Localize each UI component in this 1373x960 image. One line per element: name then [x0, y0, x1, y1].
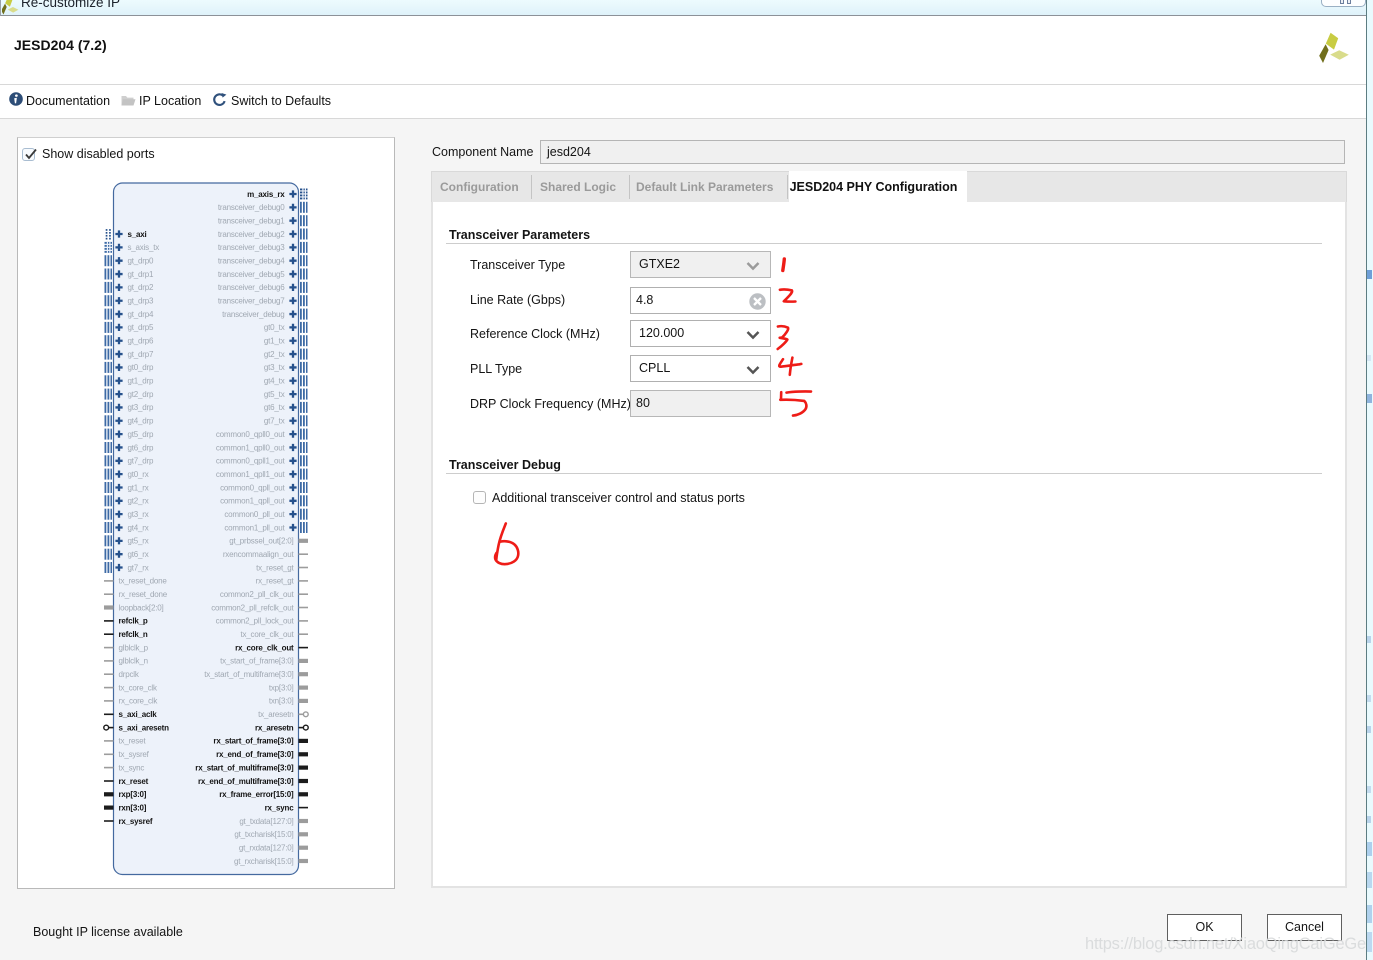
svg-text:refclk_n: refclk_n — [119, 630, 148, 639]
svg-text:transceiver_debug: transceiver_debug — [222, 310, 284, 319]
svg-text:transceiver_debug7: transceiver_debug7 — [218, 297, 285, 306]
svg-text:gt0_tx: gt0_tx — [264, 323, 285, 332]
svg-text:rxn[3:0]: rxn[3:0] — [119, 803, 147, 812]
svg-text:transceiver_debug6: transceiver_debug6 — [218, 283, 285, 292]
svg-text:rx_start_of_frame[3:0]: rx_start_of_frame[3:0] — [213, 737, 294, 746]
svg-text:tx_sync: tx_sync — [119, 763, 145, 772]
svg-text:common2_pll_refclk_out: common2_pll_refclk_out — [211, 603, 294, 612]
svg-text:gt_drp6: gt_drp6 — [128, 337, 154, 346]
svg-text:common1_qpll0_out: common1_qpll0_out — [216, 443, 286, 452]
svg-text:transceiver_debug4: transceiver_debug4 — [218, 257, 285, 266]
svg-text:transceiver_debug5: transceiver_debug5 — [218, 270, 285, 279]
svg-text:tx_start_of_frame[3:0]: tx_start_of_frame[3:0] — [220, 657, 293, 666]
svg-text:s_axi: s_axi — [128, 230, 147, 239]
svg-text:gt6_tx: gt6_tx — [264, 403, 285, 412]
svg-text:gt7_drp: gt7_drp — [128, 457, 154, 466]
svg-text:common2_pll_lock_out: common2_pll_lock_out — [216, 617, 295, 626]
svg-text:rx_reset_gt: rx_reset_gt — [256, 577, 295, 586]
svg-text:refclk_p: refclk_p — [119, 617, 148, 626]
svg-text:gt2_rx: gt2_rx — [128, 497, 149, 506]
svg-text:rx_aresetn: rx_aresetn — [255, 723, 294, 732]
svg-text:gt_drp0: gt_drp0 — [128, 257, 154, 266]
svg-text:tx_core_clk: tx_core_clk — [119, 683, 158, 692]
svg-text:glblclk_p: glblclk_p — [119, 643, 149, 652]
svg-text:gt4_drp: gt4_drp — [128, 417, 154, 426]
svg-text:gt_drp7: gt_drp7 — [128, 350, 154, 359]
svg-text:gt5_drp: gt5_drp — [128, 430, 154, 439]
svg-text:gt1_drp: gt1_drp — [128, 377, 154, 386]
svg-text:gt7_rx: gt7_rx — [128, 563, 149, 572]
svg-text:gt_drp5: gt_drp5 — [128, 323, 154, 332]
svg-text:gt_prbssel_out[2:0]: gt_prbssel_out[2:0] — [229, 537, 293, 546]
svg-text:common0_qpll_out: common0_qpll_out — [220, 483, 285, 492]
svg-text:gt6_drp: gt6_drp — [128, 443, 154, 452]
svg-text:transceiver_debug1: transceiver_debug1 — [218, 217, 285, 226]
svg-text:rx_reset: rx_reset — [119, 777, 149, 786]
svg-text:gt6_rx: gt6_rx — [128, 550, 149, 559]
svg-text:gt1_rx: gt1_rx — [128, 483, 149, 492]
svg-text:gt_rxcharisk[15:0]: gt_rxcharisk[15:0] — [234, 857, 294, 866]
svg-text:tx_start_of_multiframe[3:0]: tx_start_of_multiframe[3:0] — [204, 670, 293, 679]
svg-text:gt_drp2: gt_drp2 — [128, 283, 154, 292]
svg-text:gt2_drp: gt2_drp — [128, 390, 154, 399]
svg-text:gt_drp1: gt_drp1 — [128, 270, 154, 279]
svg-text:gt_txdata[127:0]: gt_txdata[127:0] — [239, 817, 293, 826]
svg-text:transceiver_debug3: transceiver_debug3 — [218, 243, 285, 252]
svg-text:glblclk_n: glblclk_n — [119, 657, 148, 666]
svg-text:gt_drp3: gt_drp3 — [128, 297, 154, 306]
svg-text:tx_reset_gt: tx_reset_gt — [256, 563, 294, 572]
svg-text:tx_core_clk_out: tx_core_clk_out — [240, 630, 294, 639]
svg-text:rx_core_clk_out: rx_core_clk_out — [235, 643, 294, 652]
svg-text:rx_sync: rx_sync — [265, 803, 295, 812]
svg-text:gt7_tx: gt7_tx — [264, 417, 285, 426]
svg-text:gt_txcharisk[15:0]: gt_txcharisk[15:0] — [234, 830, 293, 839]
svg-text:s_axi_aclk: s_axi_aclk — [119, 710, 158, 719]
svg-text:gt0_drp: gt0_drp — [128, 363, 154, 372]
svg-text:rx_frame_error[15:0]: rx_frame_error[15:0] — [219, 790, 294, 799]
svg-text:gt0_rx: gt0_rx — [128, 470, 149, 479]
svg-text:gt4_tx: gt4_tx — [264, 377, 285, 386]
svg-text:rx_core_clk: rx_core_clk — [119, 697, 159, 706]
svg-text:tx_reset: tx_reset — [119, 737, 147, 746]
svg-text:tx_reset_done: tx_reset_done — [119, 577, 168, 586]
svg-text:common0_qpll1_out: common0_qpll1_out — [216, 457, 286, 466]
svg-text:gt5_rx: gt5_rx — [128, 537, 149, 546]
svg-text:drpclk: drpclk — [119, 670, 140, 679]
svg-text:common1_pll_out: common1_pll_out — [224, 523, 285, 532]
svg-text:loopback[2:0]: loopback[2:0] — [119, 603, 164, 612]
svg-text:s_axis_tx: s_axis_tx — [128, 243, 160, 252]
svg-text:common1_qpll_out: common1_qpll_out — [220, 497, 285, 506]
svg-text:gt3_drp: gt3_drp — [128, 403, 154, 412]
svg-text:common1_qpll1_out: common1_qpll1_out — [216, 470, 286, 479]
svg-text:rx_sysref: rx_sysref — [119, 817, 153, 826]
svg-text:txn[3:0]: txn[3:0] — [269, 697, 294, 706]
svg-text:common0_pll_out: common0_pll_out — [224, 510, 285, 519]
svg-text:gt5_tx: gt5_tx — [264, 390, 285, 399]
svg-text:transceiver_debug0: transceiver_debug0 — [218, 203, 285, 212]
svg-text:rx_end_of_multiframe[3:0]: rx_end_of_multiframe[3:0] — [198, 777, 294, 786]
svg-text:transceiver_debug2: transceiver_debug2 — [218, 230, 285, 239]
svg-text:s_axi_aresetn: s_axi_aresetn — [119, 723, 170, 732]
svg-text:common2_pll_clk_out: common2_pll_clk_out — [220, 590, 295, 599]
svg-text:rx_reset_done: rx_reset_done — [119, 590, 168, 599]
svg-text:tx_aresetn: tx_aresetn — [258, 710, 293, 719]
svg-text:gt1_tx: gt1_tx — [264, 337, 285, 346]
svg-text:common0_qpll0_out: common0_qpll0_out — [216, 430, 286, 439]
svg-text:m_axis_rx: m_axis_rx — [247, 190, 285, 199]
svg-text:gt2_tx: gt2_tx — [264, 350, 285, 359]
svg-text:gt3_rx: gt3_rx — [128, 510, 149, 519]
svg-text:rx_start_of_multiframe[3:0]: rx_start_of_multiframe[3:0] — [195, 763, 294, 772]
svg-text:gt_drp4: gt_drp4 — [128, 310, 154, 319]
svg-text:tx_sysref: tx_sysref — [119, 750, 150, 759]
svg-text:gt3_tx: gt3_tx — [264, 363, 285, 372]
svg-text:rxencommaalign_out: rxencommaalign_out — [223, 550, 295, 559]
svg-text:rx_end_of_frame[3:0]: rx_end_of_frame[3:0] — [216, 750, 294, 759]
svg-text:txp[3:0]: txp[3:0] — [269, 683, 294, 692]
svg-text:gt4_rx: gt4_rx — [128, 523, 149, 532]
svg-text:rxp[3:0]: rxp[3:0] — [119, 790, 147, 799]
svg-text:gt_rxdata[127:0]: gt_rxdata[127:0] — [239, 844, 294, 853]
